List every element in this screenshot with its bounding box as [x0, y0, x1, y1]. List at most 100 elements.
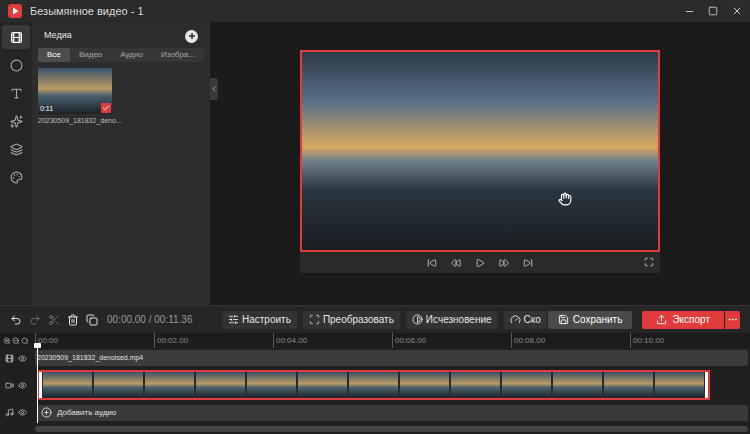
fullscreen-button[interactable]: [644, 257, 654, 267]
editor-toolbar: 00:00.00 / 00:11.36НастроитьПреобразоват…: [0, 305, 750, 333]
redo-button[interactable]: [25, 314, 44, 326]
media-duration: 0:11: [40, 104, 53, 113]
clip-frame: [196, 372, 245, 398]
text-icon: [10, 87, 23, 100]
fade-icon: [412, 314, 423, 325]
title-clip[interactable]: 20230509_181832_denoised.mp4: [35, 350, 748, 366]
export-button[interactable]: Экспорт: [642, 311, 724, 329]
sidebar-item[interactable]: [2, 81, 30, 105]
skip-forward-button[interactable]: [523, 258, 533, 268]
export-more-button[interactable]: [725, 311, 740, 329]
undo-button[interactable]: [6, 314, 25, 326]
ruler-tick: 00:00: [35, 333, 154, 348]
play-icon: [475, 258, 485, 268]
delete-icon: [67, 314, 79, 326]
app-logo-icon: [8, 4, 22, 18]
zoom-fit-icon[interactable]: [21, 337, 29, 345]
audio-track-icon: [5, 408, 14, 417]
visibility-icon[interactable]: [18, 354, 27, 363]
media-tab[interactable]: Аудио: [111, 48, 152, 62]
cut-button[interactable]: [44, 314, 63, 326]
hand-cursor-icon: [558, 192, 572, 206]
clip-frame: [451, 372, 500, 398]
close-button[interactable]: [724, 0, 750, 22]
clip-frame: [604, 372, 653, 398]
title-track-icon: [5, 354, 14, 363]
playhead[interactable]: [37, 343, 38, 423]
clip-trim-handle[interactable]: [39, 372, 42, 398]
sidebar-item[interactable]: [2, 165, 30, 189]
maximize-button[interactable]: [701, 0, 724, 22]
media-icon: [10, 31, 23, 44]
timeline: 00:0000:02.0000:04.0000:06.0000:08.0000:…: [0, 333, 750, 434]
fade-button[interactable]: Исчезновение: [406, 311, 498, 329]
fast-forward-icon: [499, 258, 509, 268]
skip-forward-icon: [523, 258, 533, 268]
speed-button[interactable]: Ско: [504, 311, 547, 329]
cut-icon: [48, 314, 60, 326]
skip-back-icon: [427, 258, 437, 268]
sidebar-item[interactable]: [2, 137, 30, 161]
player-controls: [300, 252, 660, 273]
ruler-tick: 00:08.00: [511, 333, 630, 348]
collapse-icon: [210, 85, 218, 93]
copy-icon: [86, 314, 98, 326]
collapse-handle[interactable]: [210, 78, 218, 100]
window-title: Безымянное видео - 1: [30, 3, 144, 20]
media-item[interactable]: 0:11 20230509_181832_deno...: [38, 68, 112, 127]
rewind-button[interactable]: [451, 258, 461, 268]
delete-button[interactable]: [63, 314, 82, 326]
save-button[interactable]: Сохранить: [548, 311, 633, 329]
media-title: Медиа: [44, 29, 72, 43]
visibility-icon[interactable]: [18, 381, 27, 390]
zoom-out-icon[interactable]: [12, 337, 20, 345]
visibility-icon[interactable]: [18, 408, 27, 417]
check-icon: [102, 104, 110, 112]
ruler-tick: 00:10.00: [630, 333, 749, 348]
video-clip[interactable]: [37, 370, 710, 400]
media-thumbnail: 0:11: [38, 68, 112, 114]
clip-frame: [655, 372, 704, 398]
transform-icon: [309, 314, 320, 325]
minimize-icon: [684, 6, 695, 17]
skip-back-button[interactable]: [427, 258, 437, 268]
clip-trim-handle[interactable]: [705, 372, 708, 398]
undo-icon: [10, 314, 22, 326]
copy-button[interactable]: [82, 314, 101, 326]
add-audio-icon: [41, 407, 52, 418]
media-filename: 20230509_181832_deno...: [38, 116, 112, 127]
timeline-scrollbar[interactable]: [0, 423, 750, 434]
add-audio-bar[interactable]: Добавить аудио: [37, 405, 748, 421]
add-media-button[interactable]: [185, 30, 198, 43]
clip-frame: [553, 372, 602, 398]
clip-frame: [247, 372, 296, 398]
media-tab[interactable]: Все: [38, 48, 70, 62]
export-icon: [656, 314, 667, 325]
media-tab[interactable]: Изобра...: [152, 48, 204, 62]
transform-button[interactable]: Преобразовать: [303, 311, 400, 329]
sidebar-item[interactable]: [2, 109, 30, 133]
video-track-icon: [5, 381, 14, 390]
sidebar-item[interactable]: [2, 25, 30, 49]
more-icon: [727, 314, 738, 325]
maximize-icon: [708, 6, 718, 16]
media-check[interactable]: [101, 103, 111, 113]
play-button[interactable]: [475, 258, 485, 268]
zoom-in-icon[interactable]: [3, 337, 11, 345]
adjust-button[interactable]: Настроить: [222, 311, 297, 329]
tool-sidebar: [0, 22, 32, 305]
preview-frame[interactable]: [300, 50, 660, 252]
stickers-icon: [10, 115, 23, 128]
fast-forward-button[interactable]: [499, 258, 509, 268]
clip-frame: [298, 372, 347, 398]
close-icon: [731, 5, 743, 17]
speed-icon: [510, 314, 521, 325]
clip-frame: [43, 372, 92, 398]
ruler-tick: 00:06.00: [392, 333, 511, 348]
minimize-button[interactable]: [678, 0, 701, 22]
media-tab[interactable]: Видео: [70, 48, 111, 62]
transitions-icon: [10, 143, 23, 156]
clip-frame: [145, 372, 194, 398]
video-editor-window: Безымянное видео - 1 Медиа ВсеВидеоАудиоИз…: [0, 0, 750, 434]
sidebar-item[interactable]: [2, 53, 30, 77]
